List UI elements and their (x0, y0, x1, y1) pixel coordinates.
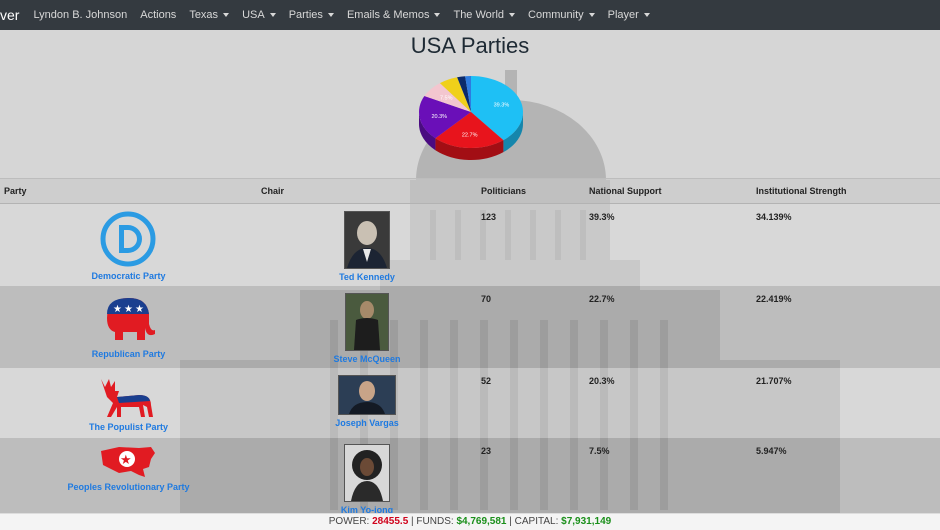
caret-down-icon (434, 13, 441, 17)
nav-item-lyndon-b-johnson[interactable]: Lyndon B. Johnson (33, 9, 127, 21)
nav-item-label: Player (607, 9, 639, 21)
table-row: ★ Peoples Revolutionary Party Kim Yo-jon… (0, 438, 940, 515)
support-cell: 22.7% (585, 286, 752, 368)
strength-cell: 21.707% (752, 368, 940, 438)
brand-link[interactable]: ver (0, 7, 19, 23)
nav-item-label: USA (242, 9, 265, 21)
caret-down-icon (643, 13, 650, 17)
chair-portrait[interactable] (337, 375, 396, 415)
pie-slice-label: 20.3% (431, 114, 447, 120)
svg-text:★: ★ (113, 304, 122, 315)
politicians-cell: 52 (477, 368, 585, 438)
pie-slice-label: 22.7% (462, 132, 478, 138)
nav-item-label: Community (528, 9, 584, 21)
nav-item-label: Parties (288, 9, 323, 21)
nav-item-actions[interactable]: Actions (140, 9, 176, 21)
funds-label: | FUNDS: (411, 516, 454, 527)
caret-down-icon (327, 13, 334, 17)
democratic-d-logo-icon[interactable] (99, 210, 157, 268)
capital-label: | CAPITAL: (509, 516, 559, 527)
svg-text:★: ★ (135, 304, 144, 315)
pie-slice-label: 39.3% (494, 103, 510, 109)
page-title: USA Parties (410, 33, 530, 58)
table-header-row: Party Chair Politicians National Support… (0, 178, 940, 204)
caret-down-icon (509, 13, 516, 17)
funds-value: $4,769,581 (456, 516, 507, 527)
nav-item-parties[interactable]: Parties (289, 9, 334, 21)
party-link[interactable]: Democratic Party (91, 271, 165, 281)
chair-link[interactable]: Joseph Vargas (335, 418, 399, 428)
nav-item-usa[interactable]: USA (242, 9, 276, 21)
republican-elephant-logo-icon[interactable]: ★ ★ ★ (101, 294, 157, 346)
populist-moose-logo-icon[interactable] (99, 375, 157, 419)
table-row: ★ ★ ★ Republican Party Steve McQueen 70 … (0, 286, 940, 368)
politicians-cell: 23 (477, 438, 585, 515)
svg-text:★: ★ (120, 453, 132, 468)
politicians-cell: 70 (477, 286, 585, 368)
politicians-cell: 123 (477, 203, 585, 286)
party-support-pie-chart: 39.3% 22.7% 20.3% 7.5% (419, 76, 523, 160)
nav-item-label: The World (453, 9, 505, 21)
party-link[interactable]: Peoples Revolutionary Party (67, 482, 189, 492)
power-label: POWER: (328, 516, 370, 527)
nav-item-texas[interactable]: Texas (189, 9, 230, 21)
support-cell: 39.3% (585, 203, 752, 286)
nav-item-player[interactable]: Player (608, 9, 650, 21)
support-cell: 7.5% (585, 438, 752, 515)
nav-item-community[interactable]: Community (528, 9, 595, 21)
nav-item-label: Actions (140, 9, 177, 21)
usa-map-star-logo-icon[interactable]: ★ (99, 445, 157, 479)
nav-item-emails-memos[interactable]: Emails & Memos (347, 9, 441, 21)
strength-cell: 22.419% (752, 286, 940, 368)
party-link[interactable]: Republican Party (92, 349, 166, 359)
nav-item-label: Emails & Memos (346, 9, 430, 21)
top-navbar: ver Lyndon B. Johnson Actions Texas USA Part… (0, 0, 940, 30)
header-institutional-strength: Institutional Strength (752, 178, 940, 204)
header-chair: Chair (257, 178, 477, 204)
support-cell: 20.3% (585, 368, 752, 438)
caret-down-icon (588, 13, 595, 17)
header-national-support: National Support (585, 178, 752, 204)
power-value: 28455.5 (372, 516, 409, 527)
table-row: The Populist Party Joseph Vargas 52 20.3… (0, 368, 940, 438)
nav-item-label: Texas (189, 9, 219, 21)
header-politicians: Politicians (477, 178, 585, 204)
party-link[interactable]: The Populist Party (89, 422, 168, 432)
chair-portrait[interactable] (344, 211, 390, 269)
header-party: Party (0, 178, 257, 204)
capital-value: $7,931,149 (561, 516, 612, 527)
nav-item-the-world[interactable]: The World (453, 9, 516, 21)
parties-table: Party Chair Politicians National Support… (0, 178, 940, 515)
chair-link[interactable]: Ted Kennedy (339, 272, 395, 282)
status-footer: POWER: 28455.5 | FUNDS: $4,769,581 | CAP… (0, 513, 940, 530)
strength-cell: 34.139% (752, 203, 940, 286)
table-row: Democratic Party Ted Kennedy 123 39.3% 3… (0, 203, 940, 286)
caret-down-icon (269, 13, 276, 17)
strength-cell: 5.947% (752, 438, 940, 515)
main-content: USA Parties 39.3% 22.7% 20.3% 7.5% Party Ch… (0, 30, 940, 515)
nav-menu: Lyndon B. Johnson Actions Texas USA Parties E… (33, 9, 662, 21)
chair-portrait[interactable] (343, 444, 390, 502)
svg-text:★: ★ (124, 304, 133, 315)
nav-item-label: Lyndon B. Johnson (33, 9, 128, 21)
chair-link[interactable]: Steve McQueen (333, 354, 400, 364)
pie-slice-label: 7.5% (440, 96, 453, 102)
chair-portrait[interactable] (345, 293, 389, 351)
caret-down-icon (223, 13, 230, 17)
